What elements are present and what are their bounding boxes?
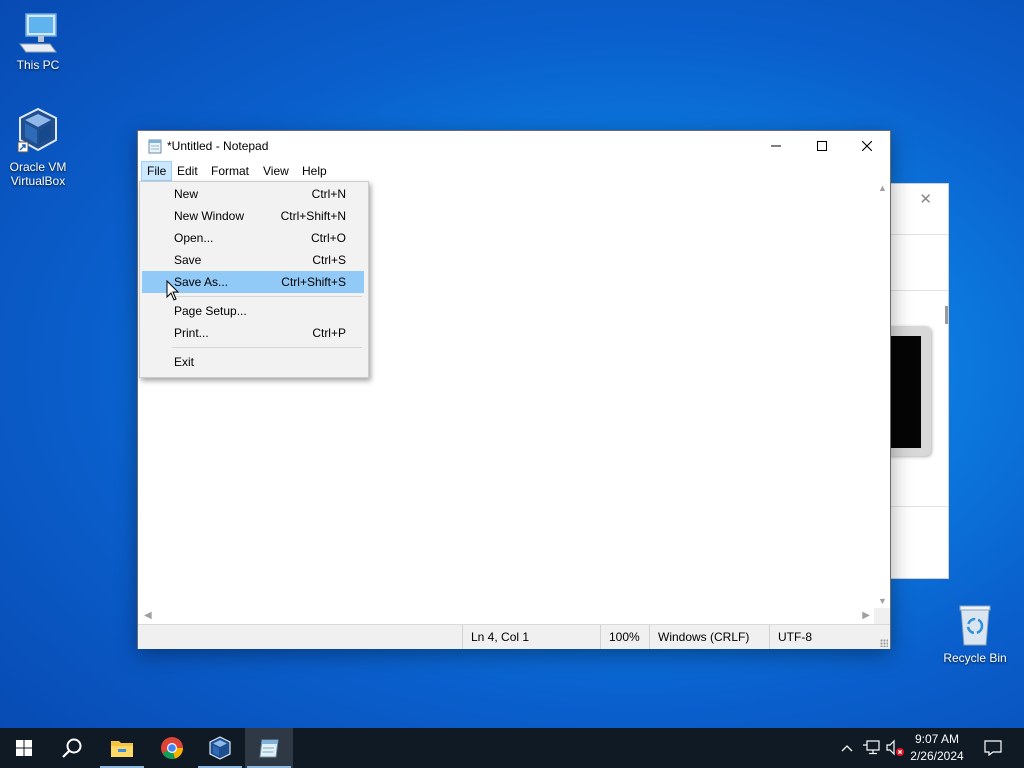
scroll-down-icon[interactable]: ▼ [878,596,887,606]
notification-icon [984,740,1002,756]
clock-date: 2/26/2024 [910,749,964,763]
scroll-up-icon[interactable]: ▲ [878,183,887,193]
horizontal-scrollbar[interactable]: ◀ ▶ [138,608,874,624]
menu-format[interactable]: Format [206,162,254,180]
menu-item-save[interactable]: Save Ctrl+S [142,249,364,271]
scroll-left-icon[interactable]: ◀ [144,610,152,621]
tray-overflow-button[interactable] [838,728,856,768]
chrome-icon [161,737,184,760]
start-icon [16,740,32,756]
close-icon[interactable]: ✕ [919,190,932,208]
status-line-ending: Windows (CRLF) [649,625,768,649]
taskbar-file-explorer[interactable] [98,728,146,768]
menu-separator [172,296,362,297]
taskbar-chrome[interactable] [148,728,196,768]
virtualbox-icon [17,107,57,153]
minimize-button[interactable] [753,131,799,161]
status-position: Ln 4, Col 1 [462,625,599,649]
menu-item-open[interactable]: Open... Ctrl+O [142,227,364,249]
notepad-icon [148,139,162,154]
taskbar-virtualbox[interactable] [196,728,244,768]
menu-view[interactable]: View [258,162,294,180]
search-icon [62,738,82,758]
search-button[interactable] [48,728,96,768]
menu-help[interactable]: Help [297,162,332,180]
desktop-icon-label: VirtualBox [10,174,66,188]
resize-grip[interactable] [880,639,888,647]
network-icon [863,740,880,755]
minimize-icon [771,145,781,147]
taskbar-notepad[interactable] [245,728,293,768]
menu-edit[interactable]: Edit [172,162,203,180]
divider [889,506,948,507]
status-bar: Ln 4, Col 1 100% Windows (CRLF) UTF-8 [138,624,890,649]
clock[interactable]: 9:07 AM 2/26/2024 [902,731,972,765]
mouse-cursor-icon [166,280,180,301]
preview-thumbnail [889,326,931,456]
virtualbox-icon [209,736,231,760]
menu-item-page-setup[interactable]: Page Setup... [142,300,364,322]
menu-item-new-window[interactable]: New Window Ctrl+Shift+N [142,205,364,227]
menu-separator [172,347,362,348]
file-explorer-icon [111,741,133,757]
desktop-icon-label: This PC [16,58,60,72]
close-button[interactable] [844,131,890,161]
desktop-icon-label: Oracle VM [9,160,67,174]
background-dialog[interactable]: ✕ [888,183,949,579]
divider [889,290,948,291]
status-zoom: 100% [600,625,651,649]
desktop-icon-label: Recycle Bin [943,651,1007,665]
vertical-scrollbar[interactable]: ▲ ▼ [874,181,890,608]
clock-time: 9:07 AM [914,732,960,746]
menu-item-exit[interactable]: Exit [142,351,364,373]
menu-item-new[interactable]: New Ctrl+N [142,183,364,205]
menu-file[interactable]: File [141,161,173,181]
title-bar[interactable]: *Untitled - Notepad [138,131,890,161]
notepad-icon [259,739,279,758]
menu-bar: File Edit Format View Help [138,161,890,181]
desktop-icon-recycle-bin[interactable]: Recycle Bin [940,603,1010,665]
start-button[interactable] [0,728,48,768]
network-button[interactable] [860,728,882,768]
chevron-up-icon [841,745,853,752]
maximize-button[interactable] [799,131,845,161]
status-encoding: UTF-8 [769,625,878,649]
close-icon [862,141,872,151]
divider [889,234,948,235]
menu-item-print[interactable]: Print... Ctrl+P [142,322,364,344]
taskbar: 9:07 AM 2/26/2024 [0,728,1024,768]
desktop-icon-this-pc[interactable]: This PC [3,10,73,72]
scrollbar-corner [874,608,890,624]
scroll-right-icon[interactable]: ▶ [862,610,870,621]
this-pc-icon [19,13,57,53]
notifications-button[interactable] [976,728,1010,768]
desktop-icon-virtualbox[interactable]: Oracle VM VirtualBox [3,106,73,188]
maximize-icon [817,141,827,151]
window-title: *Untitled - Notepad [167,139,269,153]
recycle-bin-icon [959,605,991,646]
scrollbar[interactable] [945,306,948,324]
